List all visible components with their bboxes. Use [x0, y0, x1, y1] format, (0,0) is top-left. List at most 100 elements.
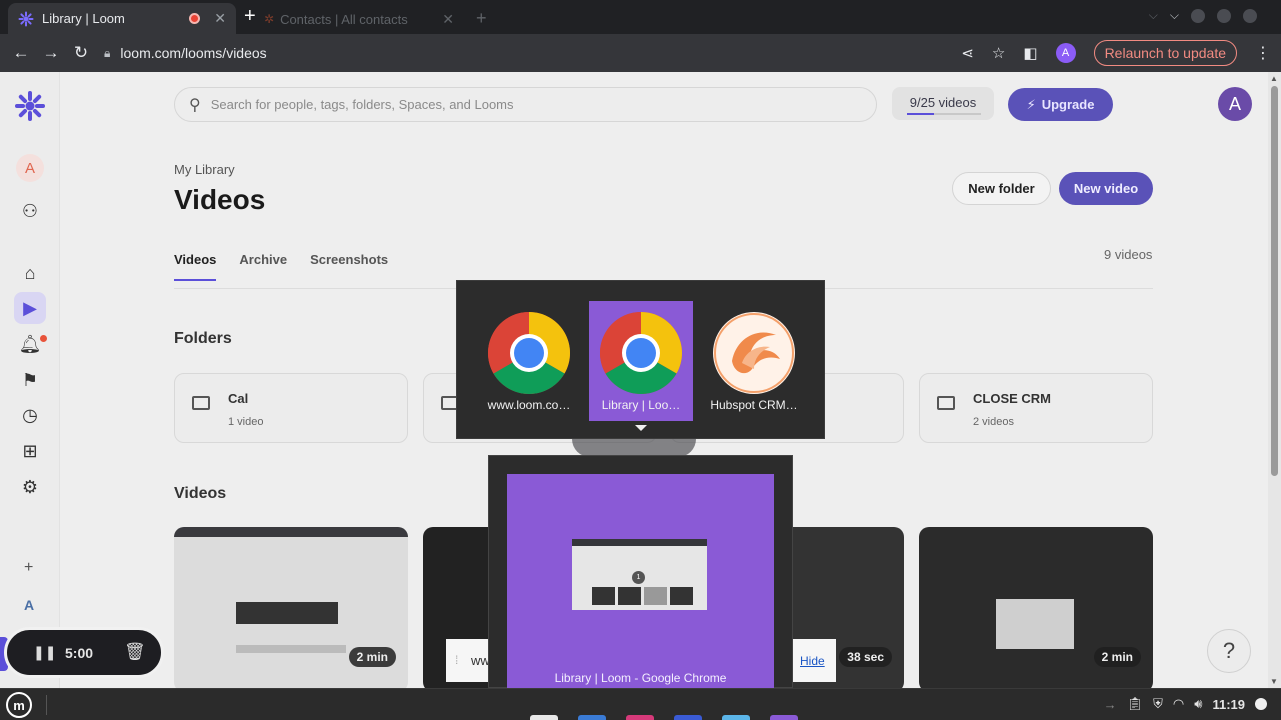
- mint-menu-icon[interactable]: m: [6, 692, 32, 718]
- video-quota-text: 9/25 videos: [909, 95, 977, 110]
- switcher-item-label: www.loom.co…: [487, 398, 571, 412]
- library-icon[interactable]: ▶: [14, 292, 46, 324]
- lightning-icon: ⚡︎: [1026, 96, 1036, 112]
- forward-arrow-icon[interactable]: →: [36, 43, 66, 63]
- thumbnail-strip: [236, 602, 338, 624]
- close-tab-icon[interactable]: ✕: [214, 10, 226, 27]
- folder-icon: [192, 396, 210, 410]
- taskbar-app-icon[interactable]: [578, 715, 606, 720]
- video-quota-fill: [907, 113, 934, 115]
- folder-card-cal[interactable]: Cal 1 video: [174, 373, 408, 443]
- chrome-icon: [488, 312, 570, 394]
- tab-search-icon[interactable]: ⌵: [1170, 8, 1179, 23]
- upgrade-button[interactable]: ⚡︎ Upgrade: [1008, 88, 1113, 121]
- profile-avatar[interactable]: A: [1055, 43, 1076, 63]
- folder-name: Cal: [228, 391, 249, 406]
- tab-title: Library | Loom: [42, 11, 125, 26]
- search-bar[interactable]: ⚲: [174, 87, 877, 122]
- session-icon[interactable]: [1255, 698, 1267, 710]
- taskbar-app-icon[interactable]: [674, 715, 702, 720]
- gear-icon[interactable]: ⚙: [18, 475, 42, 499]
- clock-icon[interactable]: ◷: [18, 403, 42, 427]
- lock-icon[interactable]: 🔒︎: [104, 46, 110, 61]
- video-duration: 2 min: [1093, 647, 1141, 667]
- tab-strip: Library | Loom ✕ + ✲ Contacts | All cont…: [0, 0, 1281, 34]
- shield-icon[interactable]: ⛨: [1153, 696, 1163, 712]
- switcher-item-library-selected[interactable]: Library | Loo…: [589, 301, 693, 421]
- preview-block: [644, 587, 667, 605]
- hubspot-icon: [713, 312, 795, 394]
- chevron-down-icon[interactable]: ⌵: [1149, 8, 1158, 23]
- bookmark-icon[interactable]: ⚑: [18, 368, 42, 392]
- taskbar-app-icon[interactable]: [530, 715, 558, 720]
- bell-icon[interactable]: 🔔︎: [18, 332, 42, 356]
- tab-archive[interactable]: Archive: [239, 252, 287, 281]
- back-arrow-icon[interactable]: ←: [6, 43, 36, 63]
- members-icon[interactable]: ⚇: [18, 199, 42, 223]
- os-taskbar: m → 📋︎ ⛨ ◠ 🔊︎ 11:19: [0, 688, 1281, 720]
- tab-contacts[interactable]: ✲ Contacts | All contacts ✕: [264, 8, 454, 30]
- folder-card-close-crm[interactable]: CLOSE CRM 2 videos: [919, 373, 1153, 443]
- new-folder-button[interactable]: New folder: [952, 172, 1051, 205]
- window-controls: ⌵ ⌵: [1149, 8, 1257, 23]
- page-scrollbar[interactable]: ▲ ▼: [1268, 72, 1281, 688]
- new-video-button[interactable]: New video: [1059, 172, 1153, 205]
- breadcrumb[interactable]: My Library: [174, 162, 235, 177]
- clipboard-icon[interactable]: 📋︎: [1127, 696, 1144, 712]
- recording-indicator-icon: [189, 13, 201, 24]
- video-quota-pill[interactable]: 9/25 videos: [892, 87, 994, 120]
- trash-icon[interactable]: 🗑︎: [124, 642, 146, 662]
- maximize-button[interactable]: [1217, 8, 1231, 23]
- search-input[interactable]: [210, 97, 811, 112]
- tray-arrow-icon[interactable]: →: [1104, 697, 1117, 712]
- video-card-1[interactable]: 2 min: [174, 527, 408, 688]
- folder-name: CLOSE CRM: [973, 391, 1051, 406]
- browser-toolbar: ← → ↻ 🔒︎ loom.com/looms/videos ⋖ ☆ ◧ A R…: [0, 34, 1281, 72]
- switcher-item-loom[interactable]: www.loom.co…: [477, 301, 581, 421]
- close-window-button[interactable]: [1243, 8, 1257, 23]
- pause-icon[interactable]: ❚❚: [33, 644, 56, 661]
- address-bar[interactable]: 🔒︎ loom.com/looms/videos: [104, 38, 974, 68]
- close-tab-icon[interactable]: ✕: [442, 11, 454, 28]
- drag-handle-icon[interactable]: ⁞: [455, 653, 458, 667]
- share-icon[interactable]: ⋖: [961, 44, 974, 62]
- loom-favicon-icon: [18, 11, 34, 26]
- relaunch-to-update-button[interactable]: Relaunch to update: [1093, 40, 1237, 66]
- video-card-4[interactable]: 2 min: [919, 527, 1153, 688]
- wifi-icon[interactable]: ◠: [1173, 696, 1184, 712]
- scroll-down-icon[interactable]: ▼: [1270, 677, 1278, 686]
- scroll-up-icon[interactable]: ▲: [1270, 74, 1278, 83]
- workspace-switcher[interactable]: A: [24, 597, 34, 613]
- menu-kebab-icon[interactable]: ⋮: [1255, 43, 1271, 63]
- window-preview[interactable]: 1 Library | Loom - Google Chrome: [488, 455, 793, 695]
- switcher-item-hubspot[interactable]: Hubspot CRM…: [702, 301, 806, 421]
- minimize-button[interactable]: [1191, 8, 1205, 23]
- add-workspace-icon[interactable]: +: [24, 559, 33, 577]
- user-avatar[interactable]: A: [1218, 87, 1252, 121]
- help-button[interactable]: ?: [1207, 629, 1251, 673]
- home-icon[interactable]: ⌂: [18, 261, 42, 285]
- preview-block: [670, 587, 693, 605]
- gift-icon[interactable]: ⊞: [18, 439, 42, 463]
- tab-videos[interactable]: Videos: [174, 252, 217, 281]
- recording-controls: ❚❚ 5:00 🗑︎: [4, 627, 164, 678]
- new-tab-button[interactable]: +: [244, 6, 256, 26]
- clock[interactable]: 11:19: [1212, 697, 1245, 712]
- bookmark-star-icon[interactable]: ☆: [992, 44, 1005, 62]
- window-preview-thumbnail: 1: [572, 539, 707, 610]
- side-panel-icon[interactable]: ◧: [1023, 44, 1037, 62]
- reload-icon[interactable]: ↻: [66, 43, 96, 63]
- tab-library-loom[interactable]: Library | Loom ✕: [8, 3, 236, 34]
- scrollbar-thumb[interactable]: [1271, 86, 1278, 476]
- hide-link[interactable]: Hide: [800, 654, 825, 668]
- loom-logo-icon[interactable]: [14, 90, 46, 122]
- tab-screenshots[interactable]: Screenshots: [310, 252, 388, 281]
- taskbar-app-icon[interactable]: [626, 715, 654, 720]
- workspace-avatar[interactable]: A: [16, 154, 44, 182]
- folder-count: 2 videos: [973, 416, 1014, 428]
- loom-sidebar: A ⚇ ⌂ ▶ 🔔︎ ⚑ ◷ ⊞ ⚙ + A: [0, 72, 60, 688]
- volume-icon[interactable]: 🔊︎: [1194, 696, 1202, 712]
- taskbar-app-icon[interactable]: [770, 715, 798, 720]
- taskbar-app-icon[interactable]: [722, 715, 750, 720]
- video-duration: 38 sec: [839, 647, 892, 667]
